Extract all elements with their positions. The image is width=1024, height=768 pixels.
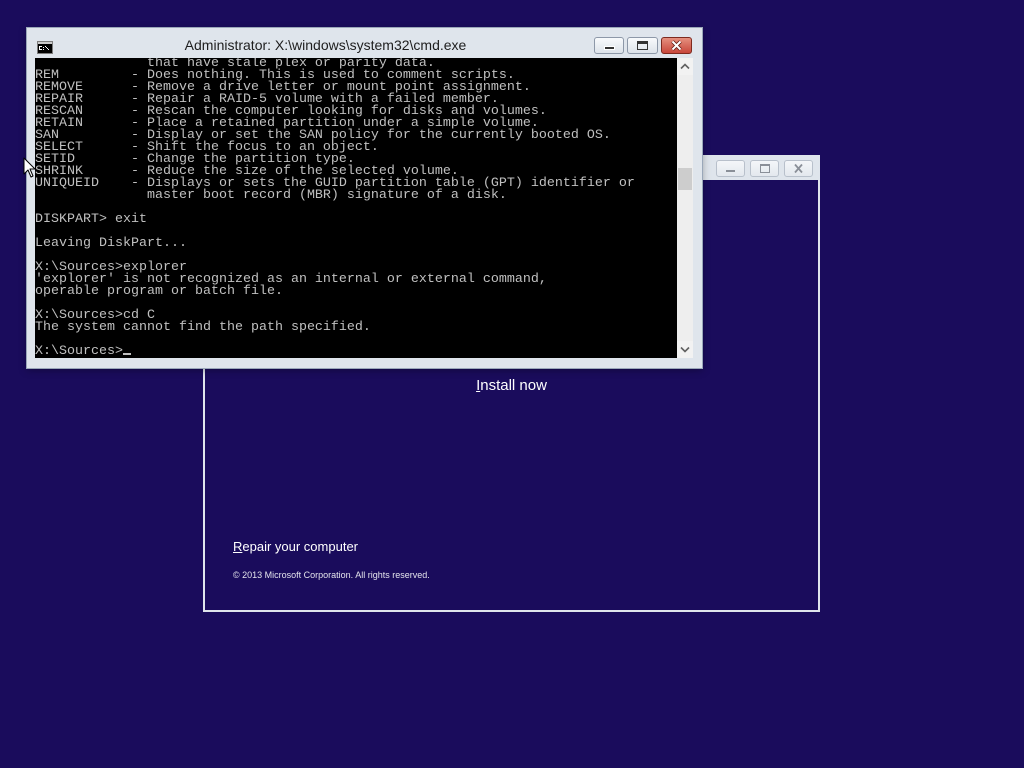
setup-maximize-button[interactable]	[750, 160, 779, 177]
close-icon	[794, 163, 803, 174]
minimize-icon	[604, 46, 615, 50]
setup-close-button[interactable]	[784, 160, 813, 177]
minimize-icon	[726, 170, 735, 172]
maximize-icon	[637, 41, 648, 50]
command-prompt-window: Administrator: X:\windows\system32\cmd.e…	[27, 28, 702, 368]
prompt-line: X:\Sources>	[35, 344, 677, 358]
vertical-scrollbar[interactable]	[677, 58, 693, 358]
repair-your-computer-link[interactable]: Repair your computer	[233, 539, 358, 555]
console-line: DISKPART> exit	[35, 212, 147, 227]
console-line: The system cannot find the path specifie…	[35, 320, 371, 335]
text-cursor	[122, 353, 131, 355]
scroll-thumb[interactable]	[678, 167, 692, 190]
install-now-button[interactable]: Install now	[205, 377, 818, 395]
scroll-down-button[interactable]	[677, 341, 693, 358]
cmd-close-button[interactable]	[661, 37, 692, 54]
setup-minimize-button[interactable]	[716, 160, 745, 177]
chevron-down-icon	[680, 346, 690, 353]
console-output[interactable]: that have stale plex or parity data. REM …	[35, 58, 677, 358]
close-icon	[671, 40, 682, 51]
window-title: Administrator: X:\windows\system32\cmd.e…	[184, 37, 467, 53]
console-line: Leaving DiskPart...	[35, 236, 187, 251]
mouse-pointer-icon	[23, 157, 36, 178]
copyright-text: © 2013 Microsoft Corporation. All rights…	[233, 570, 430, 580]
cmd-maximize-button[interactable]	[627, 37, 658, 54]
scroll-up-button[interactable]	[677, 58, 693, 75]
command-prompt: X:\Sources>	[35, 344, 123, 358]
maximize-icon	[760, 164, 770, 173]
cmd-title-bar[interactable]: Administrator: X:\windows\system32\cmd.e…	[27, 28, 702, 58]
setup-desktop-background: Install now Repair your computer © 2013 …	[0, 0, 1024, 768]
command-prompt-icon[interactable]	[37, 41, 53, 54]
console-history: that have stale plex or parity data. REM …	[35, 58, 677, 346]
chevron-up-icon	[680, 63, 690, 70]
console-line: operable program or batch file.	[35, 284, 283, 299]
console-line: master boot record (MBR) signature of a …	[35, 188, 507, 203]
cmd-minimize-button[interactable]	[594, 37, 624, 54]
